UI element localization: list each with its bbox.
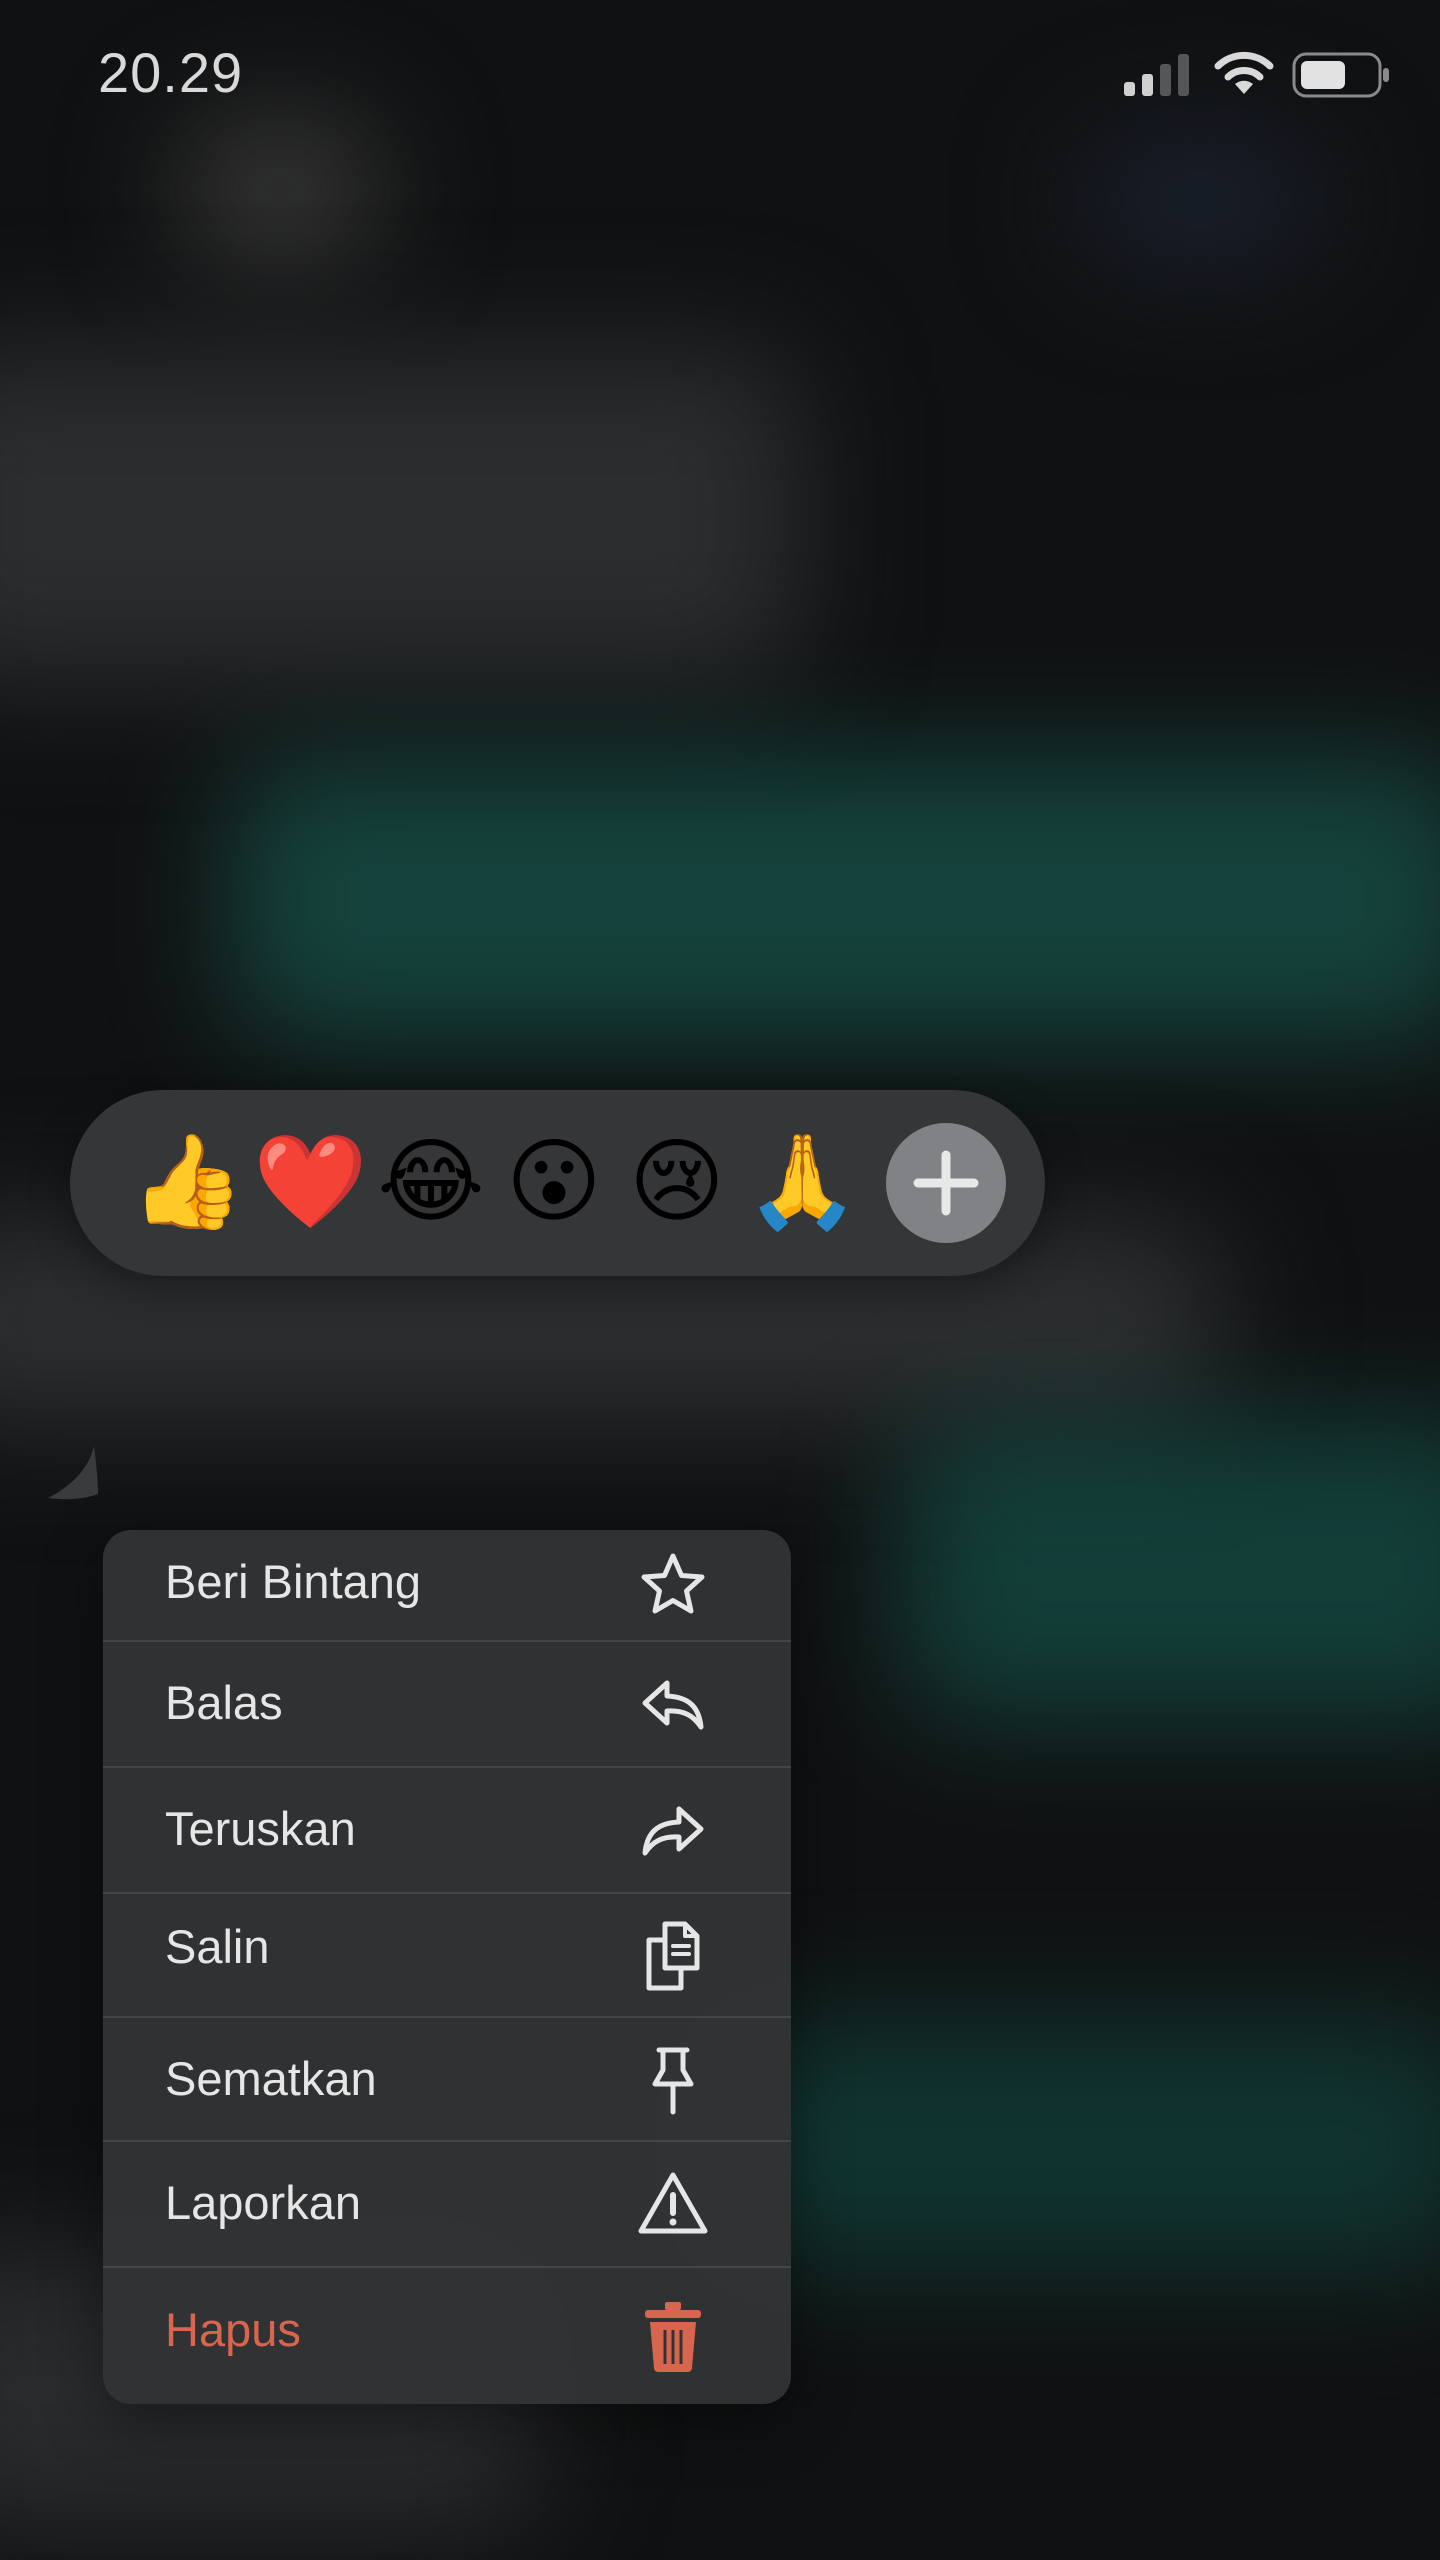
blurred-message-bubble (230, 760, 1440, 1040)
blurred-message-bubble (700, 2020, 1440, 2270)
crying-reaction[interactable]: 😢 (622, 1122, 732, 1242)
screen: 20.29 👍 ❤️ 😂 😮 😢 🙏 Beri Bintang Balas Te… (0, 0, 1440, 2560)
menu-item-copy[interactable]: Salin (103, 1894, 791, 2018)
status-time: 20.29 (98, 41, 244, 104)
warning-icon (638, 2172, 708, 2234)
thumbs-up-reaction[interactable]: 👍 (130, 1122, 245, 1242)
menu-item-delete[interactable]: Hapus (103, 2268, 791, 2404)
blurred-message-bubble (900, 1420, 1440, 1720)
cellular-signal-icon (1124, 54, 1189, 96)
blurred-region (1080, 140, 1320, 260)
menu-item-forward[interactable]: Teruskan (103, 1768, 791, 1894)
heart-reaction[interactable]: ❤️ (253, 1122, 368, 1242)
menu-item-label: Salin (165, 1920, 270, 1973)
menu-item-label: Hapus (165, 2303, 301, 2356)
battery-icon (1292, 52, 1389, 98)
plus-icon (913, 1150, 979, 1216)
menu-item-label: Sematkan (165, 2052, 377, 2105)
menu-item-report[interactable]: Laporkan (103, 2142, 791, 2268)
menu-item-label: Teruskan (165, 1802, 356, 1855)
folded-hands-reaction[interactable]: 🙏 (745, 1122, 860, 1242)
message-context-menu: Beri Bintang Balas Teruskan Salin Sematk… (103, 1530, 791, 2404)
menu-item-label: Laporkan (165, 2176, 361, 2229)
message-bubble-tail (48, 1446, 98, 1500)
pin-icon (652, 2047, 694, 2115)
more-reactions-button[interactable] (886, 1123, 1006, 1243)
menu-item-reply[interactable]: Balas (103, 1642, 791, 1768)
laughing-reaction[interactable]: 😂 (376, 1122, 486, 1242)
menu-item-label: Beri Bintang (165, 1555, 422, 1608)
star-icon (641, 1553, 705, 1614)
status-bar: 20.29 (0, 0, 1440, 150)
wifi-icon (1214, 51, 1274, 94)
menu-item-label: Balas (165, 1676, 283, 1729)
copy-icon (646, 1921, 700, 1991)
menu-item-pin[interactable]: Sematkan (103, 2018, 791, 2142)
menu-item-star[interactable]: Beri Bintang (103, 1530, 791, 1642)
reply-icon (642, 1680, 704, 1730)
blurred-message-bubble (0, 350, 800, 680)
reaction-bar: 👍 ❤️ 😂 😮 😢 🙏 (70, 1090, 1045, 1276)
forward-icon (642, 1806, 704, 1856)
surprised-reaction[interactable]: 😮 (499, 1122, 609, 1242)
trash-icon (645, 2302, 701, 2372)
